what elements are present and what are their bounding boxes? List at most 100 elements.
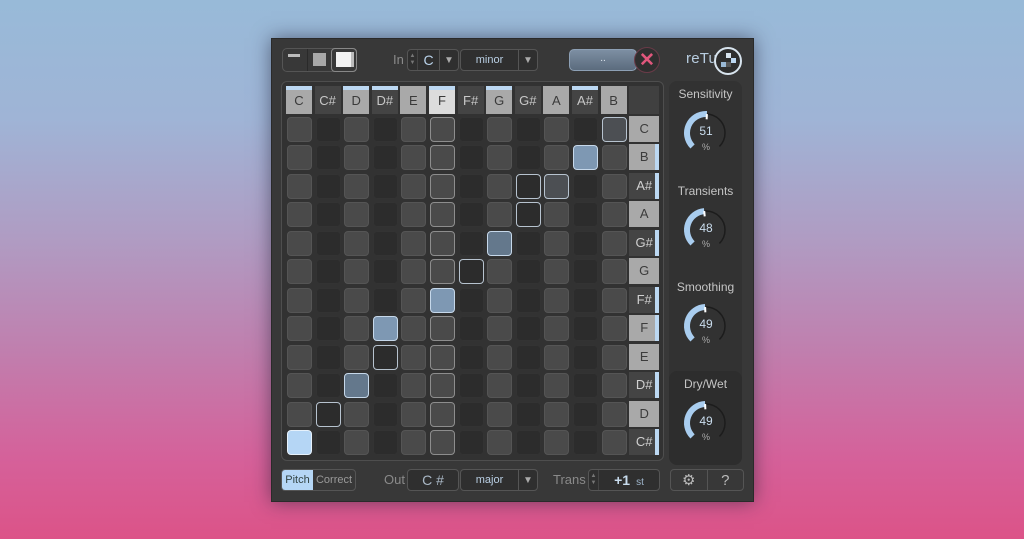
grid-cell[interactable]: [315, 316, 341, 342]
row-label-a-sharp[interactable]: A#: [629, 172, 660, 199]
column-header-c[interactable]: C: [286, 86, 312, 114]
pitch-correct-toggle[interactable]: Pitch Correct: [281, 469, 356, 491]
input-key-stepper[interactable]: ▲ ▼: [408, 50, 418, 70]
column-header-f[interactable]: F: [429, 86, 455, 114]
column-header-g[interactable]: G: [486, 86, 513, 114]
grid-cell[interactable]: [344, 287, 370, 313]
grid-cell[interactable]: [430, 429, 455, 455]
grid-cell[interactable]: [544, 344, 570, 370]
grid-cell[interactable]: [315, 259, 341, 285]
grid-cell[interactable]: [458, 259, 484, 285]
grid-cell[interactable]: [287, 287, 312, 313]
knob-dry-wet[interactable]: 49%: [680, 397, 732, 449]
grid-cell[interactable]: [515, 230, 541, 256]
dropdown-arrow-icon[interactable]: ▼: [518, 50, 537, 70]
grid-cell[interactable]: [515, 344, 541, 370]
view-size-toggle[interactable]: [282, 48, 357, 72]
row-label-a[interactable]: A: [629, 201, 660, 228]
grid-cell[interactable]: [573, 259, 598, 285]
grid-cell[interactable]: [487, 173, 513, 199]
column-header-f-sharp[interactable]: F#: [457, 86, 484, 114]
grid-cell[interactable]: [601, 145, 627, 171]
column-header-a[interactable]: A: [543, 86, 570, 114]
grid-cell[interactable]: [573, 173, 598, 199]
grid-cell[interactable]: [573, 429, 598, 455]
grid-cell[interactable]: [544, 202, 570, 228]
column-header-c-sharp[interactable]: C#: [314, 86, 341, 114]
grid-cell[interactable]: [544, 316, 570, 342]
grid-cell[interactable]: [430, 145, 455, 171]
grid-cell[interactable]: [487, 344, 513, 370]
grid-cell[interactable]: [487, 202, 513, 228]
grid-cell[interactable]: [287, 145, 312, 171]
grid-cell[interactable]: [515, 373, 541, 399]
grid-cell[interactable]: [544, 230, 570, 256]
grid-cell[interactable]: [315, 202, 341, 228]
bypass-close-button[interactable]: ✕: [634, 47, 660, 73]
grid-cell[interactable]: [401, 316, 427, 342]
grid-cell[interactable]: [287, 429, 312, 455]
grid-cell[interactable]: [287, 344, 312, 370]
grid-cell[interactable]: [458, 173, 484, 199]
grid-cell[interactable]: [601, 316, 627, 342]
grid-cell[interactable]: [544, 287, 570, 313]
grid-cell[interactable]: [487, 401, 513, 427]
grid-cell[interactable]: [573, 230, 598, 256]
grid-cell[interactable]: [458, 429, 484, 455]
grid-cell[interactable]: [372, 145, 398, 171]
grid-cell[interactable]: [458, 145, 484, 171]
row-label-e[interactable]: E: [629, 343, 660, 370]
knob-smoothing[interactable]: 49%: [680, 300, 732, 352]
column-header-g-sharp[interactable]: G#: [514, 86, 541, 114]
grid-cell[interactable]: [487, 429, 513, 455]
help-button[interactable]: ?: [706, 470, 744, 490]
grid-cell[interactable]: [430, 401, 455, 427]
grid-cell[interactable]: [458, 373, 484, 399]
dropdown-arrow-icon[interactable]: ▼: [439, 50, 458, 70]
grid-cell[interactable]: [344, 259, 370, 285]
grid-cell[interactable]: [458, 344, 484, 370]
grid-cell[interactable]: [372, 259, 398, 285]
grid-cell[interactable]: [372, 117, 398, 142]
grid-cell[interactable]: [573, 316, 598, 342]
input-mode-select[interactable]: minor ▼: [460, 49, 538, 71]
grid-cell[interactable]: [315, 287, 341, 313]
grid-cell[interactable]: [344, 173, 370, 199]
grid-cell[interactable]: [372, 173, 398, 199]
column-header-e[interactable]: E: [400, 86, 427, 114]
grid-cell[interactable]: [344, 373, 370, 399]
grid-cell[interactable]: [372, 202, 398, 228]
grid-cell[interactable]: [601, 344, 627, 370]
row-label-f[interactable]: F: [629, 315, 660, 342]
grid-cell[interactable]: [573, 373, 598, 399]
column-header-d-sharp[interactable]: D#: [371, 86, 398, 114]
grid-cell[interactable]: [601, 259, 627, 285]
grid-cell[interactable]: [287, 202, 312, 228]
grid-cell[interactable]: [344, 429, 370, 455]
grid-cell[interactable]: [601, 117, 627, 142]
grid-cell[interactable]: [372, 344, 398, 370]
view-compact-button[interactable]: [283, 49, 307, 71]
grid-cell[interactable]: [515, 316, 541, 342]
row-label-g[interactable]: G: [629, 258, 660, 285]
grid-cell[interactable]: [372, 429, 398, 455]
grid-cell[interactable]: [401, 259, 427, 285]
column-header-b[interactable]: B: [600, 86, 627, 114]
output-key-select[interactable]: C #: [407, 469, 459, 491]
grid-cell[interactable]: [401, 173, 427, 199]
grid-cell[interactable]: [430, 259, 455, 285]
grid-cell[interactable]: [573, 145, 598, 171]
grid-cell[interactable]: [487, 230, 513, 256]
grid-cell[interactable]: [458, 202, 484, 228]
grid-cell[interactable]: [401, 202, 427, 228]
grid-cell[interactable]: [401, 401, 427, 427]
row-label-d-sharp[interactable]: D#: [629, 372, 660, 399]
pitch-mode-button[interactable]: Pitch: [282, 470, 313, 490]
grid-cell[interactable]: [544, 259, 570, 285]
row-label-g-sharp[interactable]: G#: [629, 229, 660, 256]
grid-cell[interactable]: [315, 429, 341, 455]
grid-cell[interactable]: [458, 230, 484, 256]
grid-cell[interactable]: [344, 401, 370, 427]
grid-cell[interactable]: [573, 117, 598, 142]
grid-cell[interactable]: [573, 287, 598, 313]
